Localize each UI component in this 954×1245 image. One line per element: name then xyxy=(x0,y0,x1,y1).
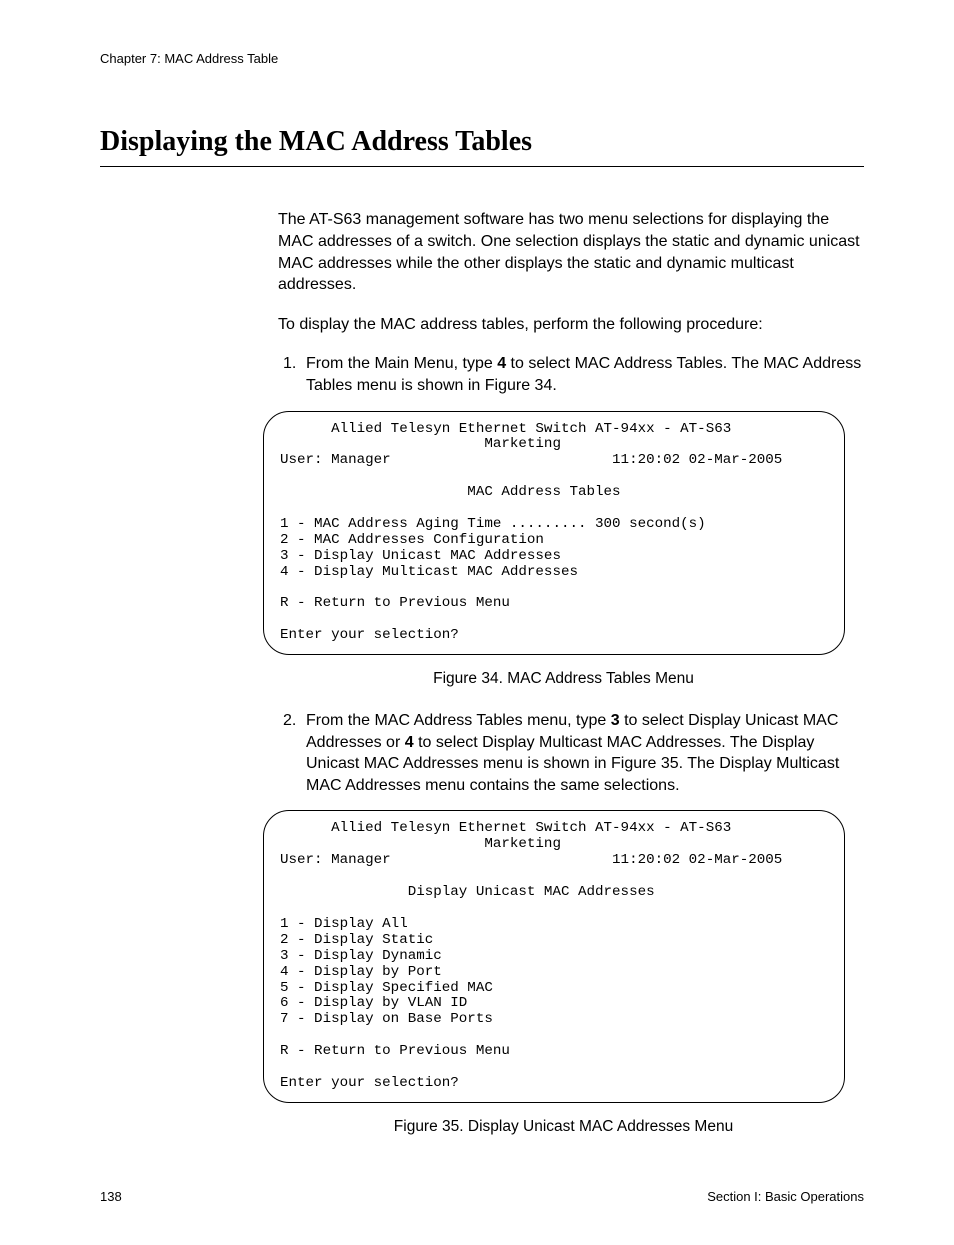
term1-menu-title: MAC Address Tables xyxy=(280,484,621,500)
figure-34-caption: Figure 34. MAC Address Tables Menu xyxy=(100,669,864,690)
term2-opt3: 3 - Display Dynamic xyxy=(280,948,442,964)
lead-paragraph: To display the MAC address tables, perfo… xyxy=(278,314,864,336)
step-2-bold-2: 4 xyxy=(405,734,414,751)
figure-35-caption: Figure 35. Display Unicast MAC Addresses… xyxy=(100,1117,864,1138)
section-label: Section I: Basic Operations xyxy=(707,1188,864,1206)
step-1-bold: 4 xyxy=(497,355,506,372)
term1-sub: Marketing xyxy=(280,436,561,452)
terminal-figure-35: Allied Telesyn Ethernet Switch AT-94xx -… xyxy=(263,810,864,1102)
terminal-figure-34: Allied Telesyn Ethernet Switch AT-94xx -… xyxy=(263,411,864,656)
step-2-bold-1: 3 xyxy=(611,712,620,729)
term2-opt4: 4 - Display by Port xyxy=(280,964,442,980)
term2-prompt: Enter your selection? xyxy=(280,1075,459,1091)
step-2: 2.From the MAC Address Tables menu, type… xyxy=(278,710,864,796)
term2-title: Allied Telesyn Ethernet Switch AT-94xx -… xyxy=(280,820,731,836)
term1-opt4: 4 - Display Multicast MAC Addresses xyxy=(280,564,578,580)
chapter-header: Chapter 7: MAC Address Table xyxy=(100,50,864,68)
page-footer: 138 Section I: Basic Operations xyxy=(100,1188,864,1206)
term2-opt5: 5 - Display Specified MAC xyxy=(280,980,493,996)
term2-opt1: 1 - Display All xyxy=(280,916,408,932)
terminal-1-content: Allied Telesyn Ethernet Switch AT-94xx -… xyxy=(263,411,845,656)
step-2-number: 2. xyxy=(283,710,306,732)
term1-opt1: 1 - MAC Address Aging Time ......... 300… xyxy=(280,516,706,532)
step-1-number: 1. xyxy=(283,353,306,375)
term2-opt6: 6 - Display by VLAN ID xyxy=(280,995,467,1011)
page-title: Displaying the MAC Address Tables xyxy=(100,123,864,168)
terminal-2-content: Allied Telesyn Ethernet Switch AT-94xx -… xyxy=(263,810,845,1102)
page-number: 138 xyxy=(100,1188,122,1206)
term1-title: Allied Telesyn Ethernet Switch AT-94xx -… xyxy=(280,421,731,437)
step-1-text-pre: From the Main Menu, type xyxy=(306,355,497,372)
term1-prompt: Enter your selection? xyxy=(280,627,459,643)
term1-return: R - Return to Previous Menu xyxy=(280,595,510,611)
intro-paragraph: The AT-S63 management software has two m… xyxy=(278,209,864,295)
term1-user: User: Manager 11:20:02 02-Mar-2005 xyxy=(280,452,782,468)
step-1: 1.From the Main Menu, type 4 to select M… xyxy=(278,353,864,396)
term1-opt2: 2 - MAC Addresses Configuration xyxy=(280,532,544,548)
term2-return: R - Return to Previous Menu xyxy=(280,1043,510,1059)
term2-opt2: 2 - Display Static xyxy=(280,932,433,948)
step-2-text-pre: From the MAC Address Tables menu, type xyxy=(306,712,611,729)
term1-opt3: 3 - Display Unicast MAC Addresses xyxy=(280,548,561,564)
term2-opt7: 7 - Display on Base Ports xyxy=(280,1011,493,1027)
term2-sub: Marketing xyxy=(280,836,561,852)
term2-user: User: Manager 11:20:02 02-Mar-2005 xyxy=(280,852,782,868)
term2-menu-title: Display Unicast MAC Addresses xyxy=(280,884,655,900)
